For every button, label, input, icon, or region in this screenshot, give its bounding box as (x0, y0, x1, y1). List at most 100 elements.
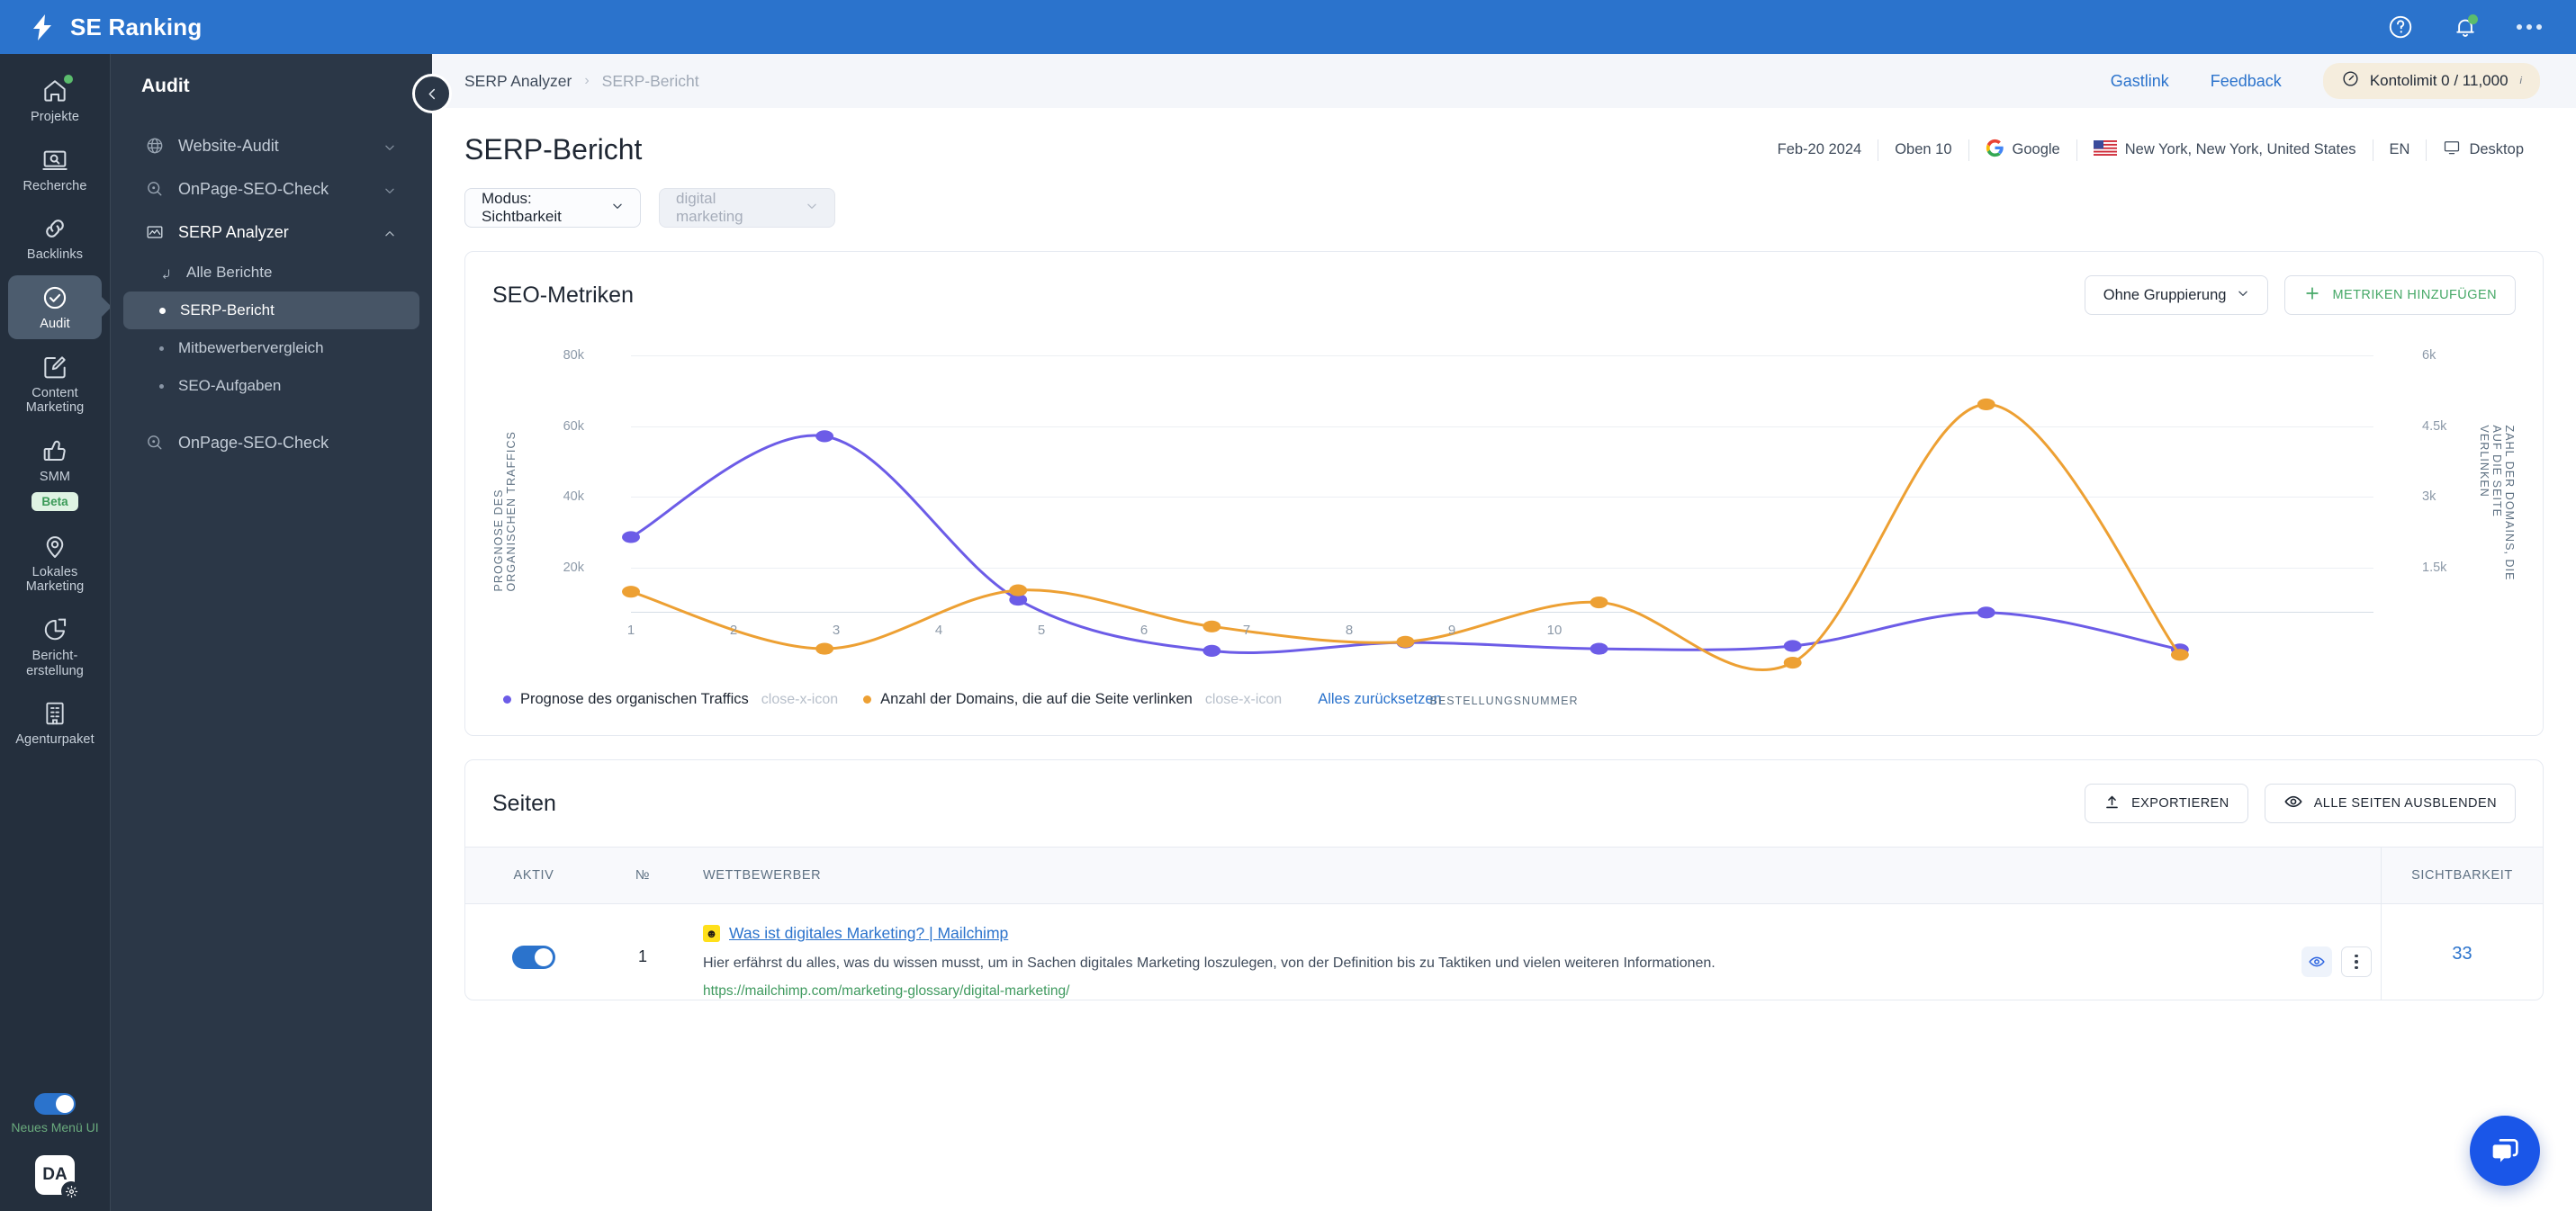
sidebar-item-agenturpaket[interactable]: Agenturpaket (8, 691, 102, 755)
sidebar-item-lokales-marketing[interactable]: Lokales Marketing (8, 524, 102, 602)
sidebar-item-seo-aufgaben[interactable]: SEO-Aufgaben (123, 367, 419, 405)
chart-xtick: 1 (626, 623, 635, 638)
pages-actions: EXPORTIEREN ALLE SEITEN AUSBLENDEN (2085, 784, 2516, 823)
chart-data-point[interactable] (2170, 649, 2189, 661)
column-header-sichtbarkeit: SICHTBARKEIT (2381, 848, 2543, 903)
help-circle-icon[interactable] (2387, 13, 2414, 40)
chart-data-point[interactable] (622, 586, 640, 598)
monitor-icon (2443, 139, 2461, 161)
row-visibility-value: 33 (2452, 944, 2472, 964)
chart-xtick: 6 (1139, 623, 1148, 638)
rail-footer: Neues Menü UI DA (11, 1093, 99, 1211)
brand[interactable]: SE Ranking (0, 12, 202, 42)
menu-group-website-audit[interactable]: Website-Audit (120, 124, 423, 167)
chart-xtick: 10 (1546, 623, 1563, 638)
chart-ytick: 60k (563, 418, 584, 434)
new-menu-ui-label: Neues Menü UI (11, 1120, 99, 1135)
mode-select[interactable]: Modus: Sichtbarkeit (464, 188, 641, 228)
submenu-title: Audit (141, 76, 190, 96)
gear-icon[interactable] (61, 1181, 81, 1201)
chart-y2tick: 4.5k (2422, 418, 2447, 434)
row-title-link[interactable]: Was ist digitales Marketing? | Mailchimp (729, 924, 1008, 943)
avatar[interactable]: DA (35, 1155, 81, 1201)
account-limit-badge[interactable]: Kontolimit 0 / 11,000 i (2322, 63, 2540, 99)
notification-dot (2468, 14, 2478, 24)
home-icon (41, 75, 73, 105)
keyword-select[interactable]: digital marketing (659, 188, 835, 228)
add-metrics-button[interactable]: METRIKEN HINZUFÜGEN (2284, 275, 2516, 315)
grouping-select[interactable]: Ohne Gruppierung (2084, 275, 2269, 315)
building-icon (41, 699, 69, 728)
info-superscript[interactable]: i (2520, 76, 2522, 86)
chevron-down-icon (611, 199, 624, 217)
chart-data-point[interactable] (1783, 656, 1802, 669)
breadcrumb-item-0[interactable]: SERP Analyzer (464, 72, 572, 91)
new-menu-ui-toggle[interactable] (34, 1093, 76, 1116)
sidebar-item-projekte[interactable]: Projekte (8, 68, 102, 132)
chart-data-point[interactable] (1009, 584, 1028, 597)
menu-group-serp-analyzer[interactable]: SERP Analyzer (120, 211, 423, 254)
top-bar-actions (2387, 13, 2576, 40)
chart-data-point[interactable] (1590, 596, 1608, 609)
row-description: Hier erfährst du alles, was du wissen mu… (703, 955, 1716, 971)
chart-y2tick: 3k (2422, 489, 2436, 504)
more-horizontal-icon[interactable] (2517, 13, 2544, 40)
row-kebab-menu-icon[interactable] (2341, 946, 2372, 977)
row-eye-icon[interactable] (2301, 946, 2332, 977)
column-header-nummer: № (635, 868, 651, 883)
chart-data-point[interactable] (815, 430, 834, 443)
hide-all-pages-button[interactable]: ALLE SEITEN AUSBLENDEN (2264, 784, 2516, 823)
sidebar-item-backlinks[interactable]: Backlinks (8, 206, 102, 270)
chart-data-point[interactable] (815, 642, 834, 655)
us-flag-icon (2093, 139, 2117, 160)
lightning-bolt-logo (27, 12, 58, 42)
bell-icon[interactable] (2452, 13, 2479, 40)
report-meta: Feb-20 2024 Oben 10 Google New York, New… (1761, 139, 2540, 162)
chart-data-point[interactable] (1396, 635, 1415, 648)
chart-data-point[interactable] (1977, 606, 1995, 619)
chart-data-point[interactable] (1202, 644, 1221, 657)
upload-icon (2103, 794, 2121, 814)
pages-header: Seiten EXPORTIEREN ALLE SEITEN AUSBLENDE… (465, 760, 2543, 823)
row-actions (2301, 924, 2381, 1000)
meta-device: Desktop (2427, 139, 2540, 161)
sidebar-item-content-marketing[interactable]: Content Marketing (8, 345, 102, 423)
feedback-link[interactable]: Feedback (2211, 72, 2282, 91)
sidebar-item-serp-bericht[interactable]: SERP-Bericht (123, 292, 419, 329)
pages-title: Seiten (492, 790, 556, 816)
chat-bubble-icon[interactable] (2470, 1116, 2540, 1186)
breadcrumb-bar: SERP Analyzer › SERP-Bericht Gastlink Fe… (432, 54, 2576, 108)
menu-group-onpage-seo-check-2[interactable]: OnPage-SEO-Check (120, 421, 423, 464)
chart-data-point[interactable] (1977, 398, 1995, 411)
sidebar-item-recherche[interactable]: Recherche (8, 138, 102, 202)
thumbs-up-icon (41, 436, 69, 465)
chart-data-point[interactable] (622, 531, 640, 543)
sidebar-item-audit[interactable]: Audit (8, 275, 102, 339)
sidebar-item-berichterstellung[interactable]: Bericht- erstellung (8, 607, 102, 686)
magnifier-dot-icon (145, 433, 165, 453)
chart-xtick: 8 (1345, 623, 1354, 638)
row-active-toggle[interactable] (512, 946, 555, 969)
sidebar-item-smm[interactable]: SMM Beta (8, 428, 102, 518)
chart-data-point[interactable] (1590, 642, 1608, 655)
table-row: 1 ☻ Was ist digitales Marketing? | Mailc… (465, 904, 2543, 1000)
collapse-sidebar-button[interactable] (412, 74, 452, 113)
chart-data-point[interactable] (1202, 620, 1221, 632)
sidebar-item-alle-berichte[interactable]: Alle Berichte (123, 254, 419, 292)
magnifier-dot-icon (145, 179, 165, 199)
grouping-select-value: Ohne Gruppierung (2103, 286, 2227, 303)
chart-series-line (631, 435, 2180, 653)
gastlink-link[interactable]: Gastlink (2111, 72, 2169, 91)
chart-data-point[interactable] (1783, 640, 1802, 652)
row-competitor-cell: ☻ Was ist digitales Marketing? | Mailchi… (683, 904, 2381, 1000)
export-button[interactable]: EXPORTIEREN (2085, 784, 2248, 823)
menu-group-onpage-seo-check[interactable]: OnPage-SEO-Check (120, 167, 423, 211)
chart-ytick: 80k (563, 348, 584, 363)
sidebar-item-label: Audit (40, 317, 70, 332)
filter-row: Modus: Sichtbarkeit digital marketing (432, 166, 2576, 228)
meta-engine: Google (1969, 139, 2076, 162)
chevron-down-icon (2237, 287, 2249, 304)
sidebar-item-mitbewerbervergleich[interactable]: Mitbewerbervergleich (123, 329, 419, 367)
seo-metrics-chart: PROGNOSE DES ORGANISCHEN TRAFFICS ZAHL D… (492, 342, 2516, 707)
keyword-select-placeholder: digital marketing (676, 190, 743, 225)
